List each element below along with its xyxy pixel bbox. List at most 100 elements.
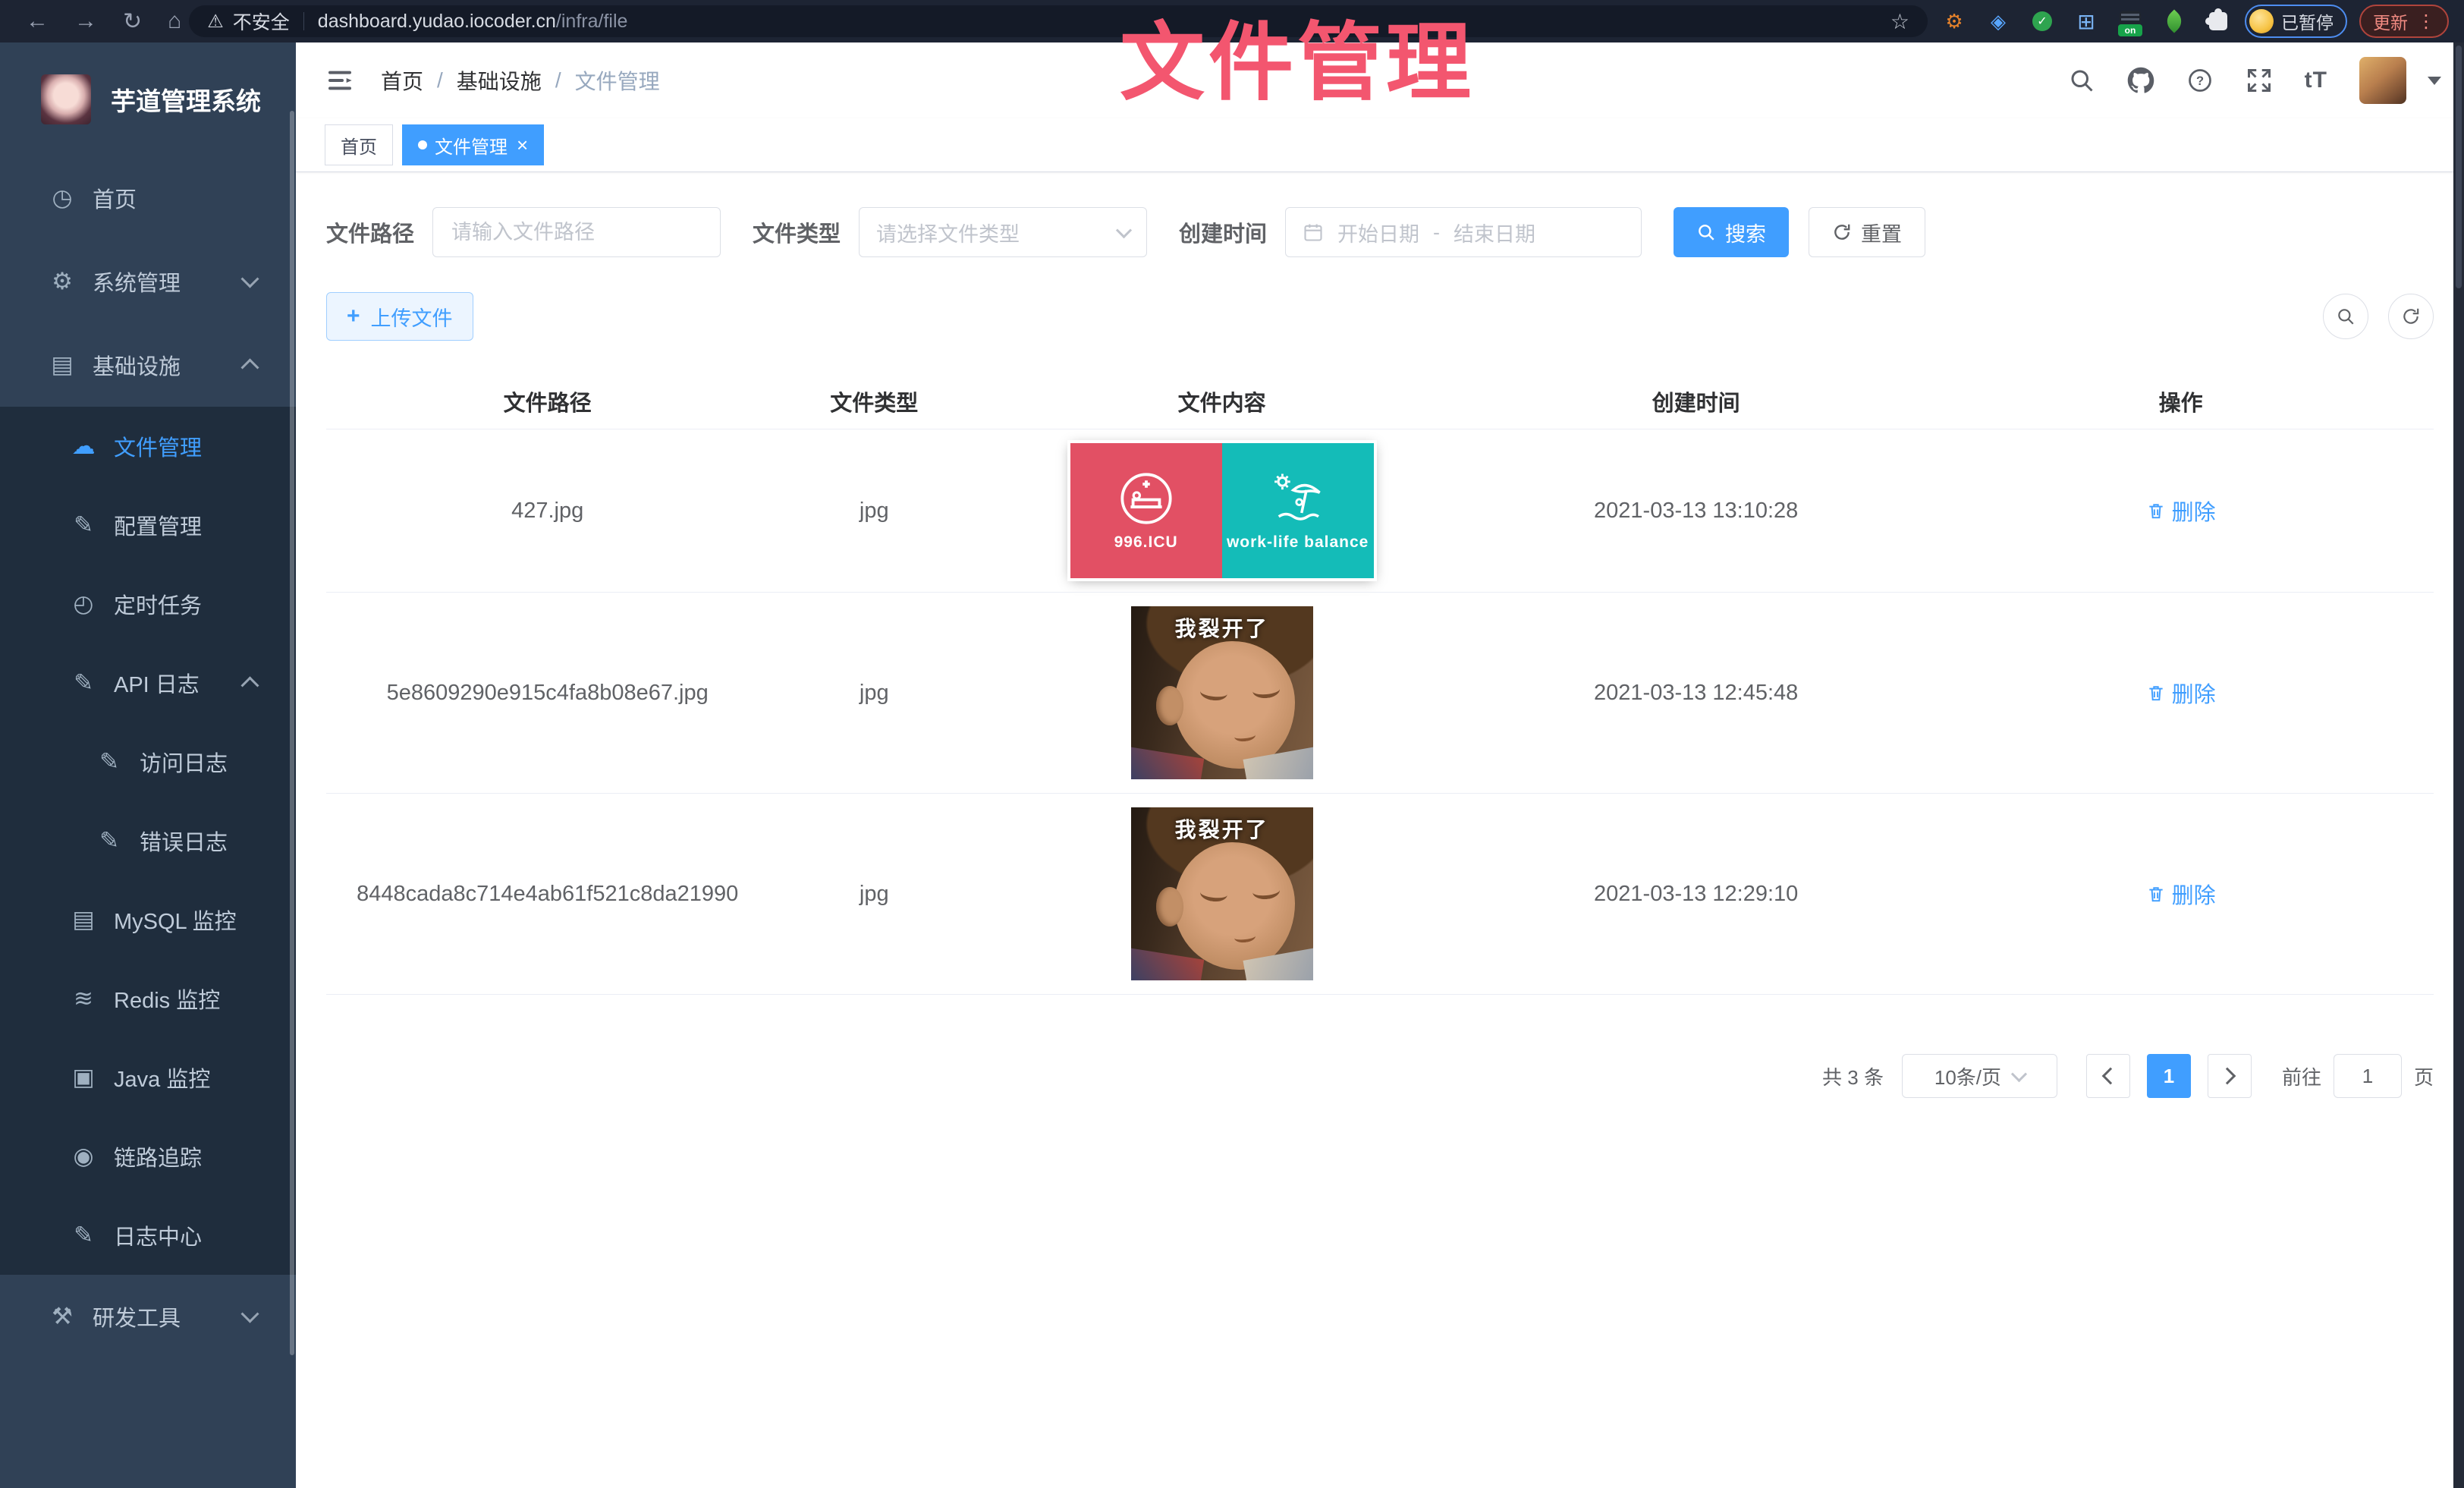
extensions-puzzle-icon[interactable] (2207, 10, 2230, 33)
table-toolbar: + 上传文件 (326, 292, 2434, 341)
tag-active[interactable]: 文件管理× (402, 124, 544, 165)
file-path-label: 文件路径 (326, 216, 414, 248)
file-path-input[interactable] (450, 220, 703, 245)
address-bar[interactable]: ⚠ 不安全 dashboard.yudao.iocoder.cn /infra/… (189, 5, 1928, 37)
sidebar-item[interactable]: ⚒研发工具 (0, 1275, 296, 1358)
browser-menu-icon[interactable]: ⋮ (2417, 11, 2435, 33)
trash-icon (2146, 683, 2166, 703)
page-scrollbar[interactable] (2453, 42, 2464, 1488)
next-page-button[interactable] (2208, 1054, 2252, 1098)
browser-back-icon[interactable]: ← (26, 8, 49, 34)
fullscreen-icon[interactable] (2246, 67, 2273, 94)
file-type-select[interactable]: 请选择文件类型 (859, 207, 1147, 257)
breadcrumb-item[interactable]: 基础设施 (457, 65, 542, 96)
help-icon[interactable]: ? (2186, 67, 2214, 94)
tag-item[interactable]: 首页 (325, 124, 393, 165)
sidebar-item[interactable]: ◷首页 (0, 156, 296, 240)
sidebar-item[interactable]: ⚙系统管理 (0, 240, 296, 323)
sidebar-scrollbar[interactable] (290, 111, 294, 1355)
user-avatar[interactable] (2359, 57, 2406, 104)
access-log-icon: ✎ (91, 748, 127, 775)
sidebar-item[interactable]: ✎日志中心 (0, 1196, 296, 1275)
browser-profile-chip[interactable]: 已暂停 (2245, 5, 2347, 38)
file-type-placeholder: 请选择文件类型 (876, 218, 1020, 247)
extension-grid-icon[interactable]: ⊞ (2075, 10, 2098, 33)
bookmark-star-icon[interactable]: ☆ (1890, 9, 1909, 34)
divider (303, 12, 304, 30)
sidebar-item-label: MySQL 监控 (114, 904, 237, 936)
extension-pin-icon[interactable]: ◈ (1987, 10, 2010, 33)
trace-eye-icon: ◉ (65, 1143, 102, 1170)
create-time-label: 创建时间 (1179, 216, 1267, 248)
refresh-table-button[interactable] (2388, 294, 2434, 339)
sidebar-item-label: 错误日志 (140, 825, 228, 857)
browser-reload-icon[interactable]: ↻ (123, 8, 142, 35)
delete-button[interactable]: 删除 (2146, 495, 2216, 527)
sidebar-item[interactable]: ▤MySQL 监控 (0, 880, 296, 959)
sidebar-item[interactable]: ✎访问日志 (0, 722, 296, 801)
file-path-cell: 427.jpg (326, 429, 768, 593)
meme-caption: 我裂开了 (1131, 813, 1313, 844)
api-log-icon: ✎ (65, 669, 102, 697)
sidebar-item[interactable]: ▤基础设施 (0, 323, 296, 407)
timer-icon: ◴ (65, 590, 102, 618)
sidebar-item[interactable]: ✎错误日志 (0, 801, 296, 880)
file-preview-baby-meme[interactable]: 我裂开了 (1131, 807, 1313, 980)
sidebar-item-label: 系统管理 (93, 266, 181, 297)
extension-check-icon[interactable]: ✓ (2031, 10, 2054, 33)
close-icon[interactable]: × (517, 135, 528, 155)
sidebar-item-label: 定时任务 (114, 588, 202, 620)
date-range-picker[interactable]: 开始日期 - 结束日期 (1285, 207, 1642, 257)
file-preview-cell: 我裂开了 (979, 593, 1464, 794)
delete-button[interactable]: 删除 (2146, 677, 2216, 709)
github-icon[interactable] (2127, 67, 2154, 94)
sidebar-item[interactable]: ✎API 日志 (0, 643, 296, 722)
upload-file-button[interactable]: + 上传文件 (326, 292, 473, 341)
font-size-icon[interactable]: tT (2305, 68, 2327, 93)
sidebar-item-label: 首页 (93, 182, 137, 214)
goto-page-input[interactable] (2334, 1054, 2402, 1098)
extension-leaf-icon[interactable] (2163, 10, 2186, 33)
avatar-dropdown-icon[interactable] (2428, 77, 2441, 85)
file-preview-cell: 996.ICU work-life balance (979, 429, 1464, 593)
top-navbar: 首页/基础设施/文件管理 ? tT (296, 42, 2464, 118)
search-button[interactable]: 搜索 (1674, 207, 1789, 257)
file-type-cell: jpg (768, 794, 979, 995)
sidebar-item[interactable]: ◴ 定时任务 (0, 565, 296, 643)
sidebar-item[interactable]: ◉链路追踪 (0, 1117, 296, 1196)
sidebar-item[interactable]: ▣Java 监控 (0, 1038, 296, 1117)
reset-button[interactable]: 重置 (1809, 207, 1925, 257)
file-preview-baby-meme[interactable]: 我裂开了 (1131, 606, 1313, 779)
chevron-up-icon (240, 358, 259, 376)
breadcrumb-separator: / (437, 68, 443, 93)
prev-page-button[interactable] (2086, 1054, 2130, 1098)
sidebar-item[interactable]: ≋Redis 监控 (0, 959, 296, 1038)
page-size-select[interactable]: 10条/页 (1902, 1054, 2057, 1098)
file-path-cell: 5e8609290e915c4fa8b08e67.jpg (326, 593, 768, 794)
column-header: 文件内容 (979, 374, 1464, 429)
created-time-cell: 2021-03-13 13:10:28 (1464, 429, 1928, 593)
browser-update-button[interactable]: 更新 ⋮ (2359, 5, 2449, 38)
search-icon[interactable] (2068, 67, 2095, 94)
extension-switch-icon[interactable]: on (2119, 10, 2142, 33)
page-number-current[interactable]: 1 (2147, 1054, 2191, 1098)
toggle-search-button[interactable] (2323, 294, 2368, 339)
security-label: 不安全 (233, 8, 290, 35)
extension-gear-icon[interactable]: ⚙ (1943, 10, 1966, 33)
app-logo[interactable]: 芋道管理系统 (0, 42, 296, 156)
breadcrumb-item[interactable]: 首页 (381, 65, 423, 96)
browser-home-icon[interactable]: ⌂ (168, 8, 181, 34)
hamburger-icon[interactable] (325, 65, 355, 96)
browser-forward-icon[interactable]: → (74, 8, 97, 34)
goto-page: 前往 页 (2282, 1054, 2434, 1098)
delete-label: 删除 (2172, 495, 2216, 527)
delete-button[interactable]: 删除 (2146, 878, 2216, 910)
chevron-right-icon (2219, 1068, 2236, 1085)
file-path-cell: 8448cada8c714e4ab61f521c8da21990 (326, 794, 768, 995)
file-preview-996icu[interactable]: 996.ICU work-life balance (1070, 443, 1374, 578)
pagination: 共 3 条 10条/页 1 前往 页 (326, 1054, 2434, 1098)
sidebar-item[interactable]: ☁文件管理 (0, 407, 296, 486)
chevron-up-icon (240, 676, 259, 694)
sidebar-item[interactable]: ✎配置管理 (0, 486, 296, 565)
trash-icon (2146, 501, 2166, 521)
